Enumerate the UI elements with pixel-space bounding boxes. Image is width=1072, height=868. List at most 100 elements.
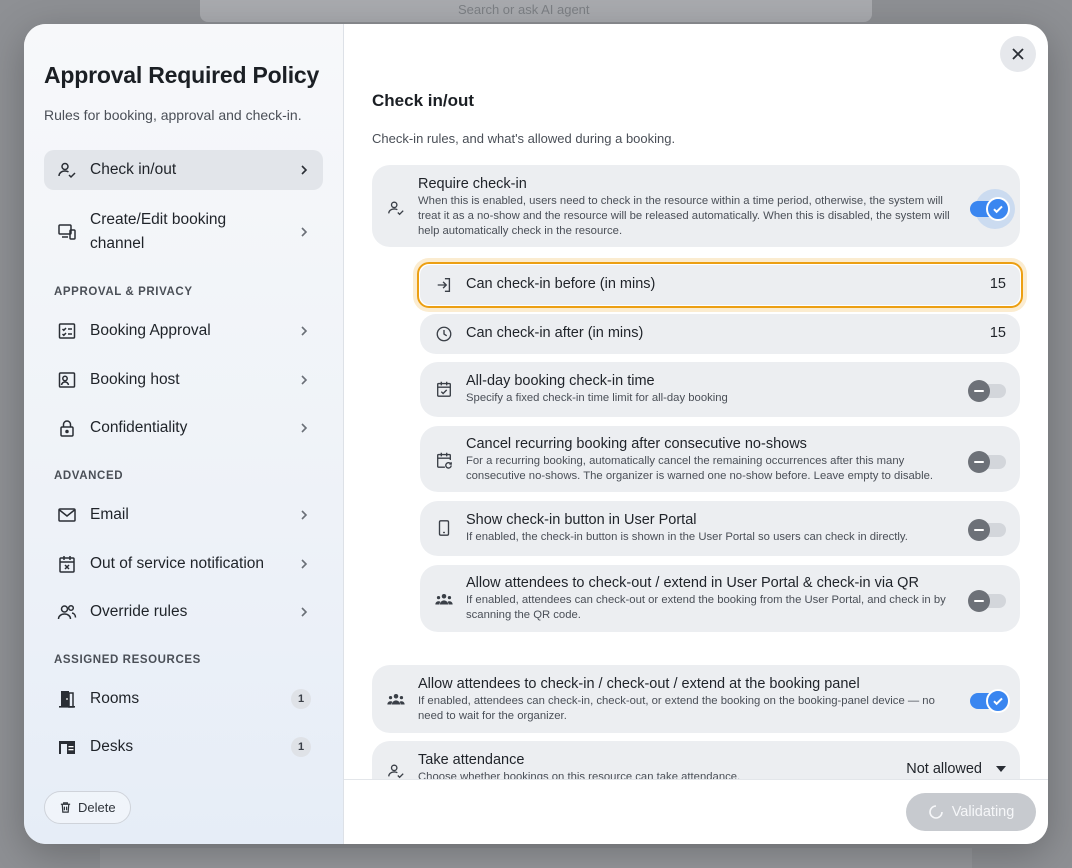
allday-desc: Specify a fixed check-in time limit for … — [466, 392, 728, 404]
checkin-before-title: Can check-in before (in mins) — [466, 276, 656, 292]
sidebar-item-confidentiality[interactable]: Confidentiality — [44, 408, 323, 448]
sidebar-item-label: Desks — [90, 738, 134, 755]
sidebar-item-label: Check in/out — [90, 161, 177, 178]
spinner-icon — [928, 805, 943, 819]
close-button[interactable] — [1000, 36, 1036, 72]
section-approval-privacy: APPROVAL & PRIVACY — [54, 286, 193, 298]
clock-icon — [434, 324, 454, 344]
chevron-right-icon — [301, 607, 308, 617]
allow-panel-toggle[interactable] — [970, 689, 1010, 713]
chevron-right-icon — [301, 165, 308, 175]
chevron-right-icon — [301, 510, 308, 520]
background-footer — [100, 848, 972, 868]
checkin-after-value: 15 — [989, 325, 1006, 341]
sidebar-item-label: Rooms — [90, 690, 140, 707]
calendar-repeat-icon — [434, 450, 454, 470]
section-advanced: ADVANCED — [54, 470, 124, 482]
allow-portal-desc: If enabled, attendees can check-out or e… — [466, 594, 946, 621]
validate-label: Validating — [951, 804, 1015, 820]
allow-panel-title: Allow attendees to check-in / check-out … — [418, 676, 860, 692]
user-check-icon — [56, 159, 78, 181]
section-description: Check-in rules, and what's allowed durin… — [372, 131, 676, 146]
cancel-recurring-card: Cancel recurring booking after consecuti… — [420, 426, 1020, 492]
cancel-recurring-title: Cancel recurring booking after consecuti… — [466, 436, 807, 452]
sidebar-item-label: Booking host — [90, 371, 180, 388]
take-attendance-card: Take attendance Choose whether bookings … — [372, 741, 1020, 779]
sidebar-item-override-rules[interactable]: Override rules — [44, 592, 323, 632]
desks-count-badge: 1 — [291, 737, 311, 757]
allow-panel-card: Allow attendees to check-in / check-out … — [372, 665, 1020, 733]
cancel-recurring-toggle[interactable] — [968, 451, 1006, 473]
attendance-desc: Choose whether bookings on this resource… — [418, 771, 741, 779]
section-heading: Check in/out — [372, 91, 475, 110]
sidebar-item-booking-host[interactable]: Booking host — [44, 360, 323, 400]
trash-icon — [60, 802, 71, 813]
show-button-title: Show check-in button in User Portal — [466, 512, 697, 528]
chevron-right-icon — [301, 559, 308, 569]
checkin-after-title: Can check-in after (in mins) — [466, 325, 644, 341]
allday-toggle[interactable] — [968, 380, 1006, 402]
sidebar-item-label: Email — [90, 506, 129, 523]
attendance-title: Take attendance — [418, 752, 525, 768]
show-button-desc: If enabled, the check-in button is shown… — [466, 531, 908, 543]
toggle-knob — [968, 451, 990, 473]
delete-button[interactable]: Delete — [44, 791, 131, 824]
toggle-knob — [968, 519, 990, 541]
user-check-icon — [386, 198, 406, 218]
modal-footer: Validating — [344, 779, 1048, 844]
calendar-x-icon — [56, 553, 78, 575]
sidebar-item-label: Override rules — [90, 603, 188, 620]
settings-scroll-area[interactable]: Check in/out Check-in rules, and what's … — [344, 24, 1048, 779]
sidebar-item-desks[interactable]: Desks 1 — [44, 727, 323, 767]
sidebar-item-rooms[interactable]: Rooms 1 — [44, 679, 323, 719]
calendar-check-icon — [434, 379, 454, 399]
delete-label: Delete — [78, 800, 116, 815]
chevron-right-icon — [301, 227, 308, 237]
sidebar-item-check-in-out[interactable]: Check in/out — [44, 150, 323, 190]
login-icon — [434, 275, 454, 295]
modal-subtitle: Rules for booking, approval and check-in… — [44, 107, 302, 123]
toggle-knob — [968, 380, 990, 402]
require-checkin-toggle[interactable] — [970, 197, 1010, 221]
sidebar-item-label: Create/Edit booking channel — [90, 211, 227, 252]
sidebar-item-label: Out of service notification — [90, 555, 265, 572]
allow-portal-card: Allow attendees to check-out / extend in… — [420, 565, 1020, 632]
checkin-before-field[interactable]: Can check-in before (in mins) 15 — [420, 265, 1020, 305]
close-icon — [1012, 48, 1024, 60]
toggle-knob — [968, 590, 990, 612]
checkin-before-value: 15 — [989, 276, 1006, 292]
group-icon — [434, 589, 454, 609]
caret-down-icon — [996, 766, 1006, 772]
host-icon — [56, 369, 78, 391]
group-icon — [386, 689, 406, 709]
attendance-select[interactable]: Not allowed — [906, 761, 1006, 777]
phone-icon — [434, 518, 454, 538]
door-icon — [56, 688, 78, 710]
require-checkin-desc: When this is enabled, users need to chec… — [418, 195, 950, 237]
sidebar-item-booking-approval[interactable]: Booking Approval — [44, 311, 323, 351]
require-checkin-card: Require check-in When this is enabled, u… — [372, 165, 1020, 247]
show-button-toggle[interactable] — [968, 519, 1006, 541]
toggle-knob — [986, 197, 1010, 221]
desk-icon — [56, 736, 78, 758]
checklist-icon — [56, 320, 78, 342]
sidebar-item-label: Booking Approval — [90, 322, 211, 339]
user-check-icon — [386, 761, 406, 779]
allow-portal-toggle[interactable] — [968, 590, 1006, 612]
policy-modal: Approval Required Policy Rules for booki… — [24, 24, 1048, 844]
chevron-right-icon — [301, 375, 308, 385]
check-icon — [993, 205, 1003, 214]
chevron-right-icon — [301, 423, 308, 433]
sidebar-item-out-of-service[interactable]: Out of service notification — [44, 544, 323, 584]
toggle-knob — [986, 689, 1010, 713]
validate-button[interactable]: Validating — [906, 793, 1036, 831]
section-assigned-resources: ASSIGNED RESOURCES — [54, 654, 201, 666]
mail-icon — [56, 504, 78, 526]
sidebar: Approval Required Policy Rules for booki… — [24, 24, 344, 844]
sidebar-item-booking-channel[interactable]: Create/Edit booking channel — [44, 206, 323, 258]
allday-checkin-card: All-day booking check-in time Specify a … — [420, 362, 1020, 417]
sidebar-item-email[interactable]: Email — [44, 495, 323, 535]
checkin-after-field[interactable]: Can check-in after (in mins) 15 — [420, 314, 1020, 354]
rooms-count-badge: 1 — [291, 689, 311, 709]
chevron-right-icon — [301, 326, 308, 336]
